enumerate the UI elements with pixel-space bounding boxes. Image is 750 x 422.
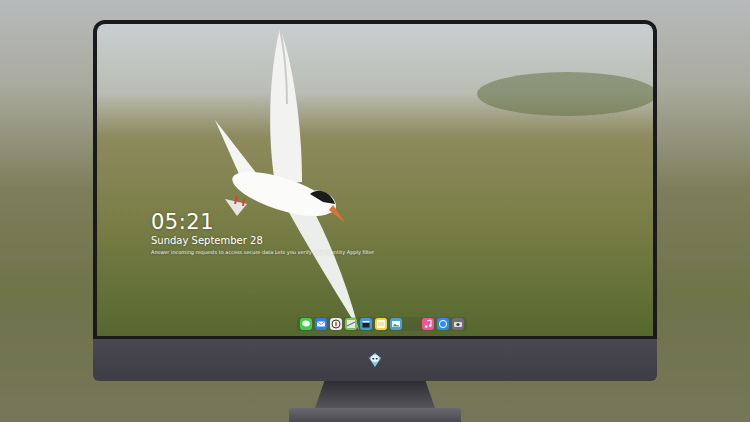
photos-icon[interactable] — [390, 318, 402, 330]
monitor-chin — [93, 339, 657, 381]
lock-info: 05:21 Sunday September 28 Answer incomin… — [97, 24, 653, 256]
messages-icon[interactable] — [300, 318, 312, 330]
monitor-base — [289, 408, 461, 422]
desktop-background: 05:21 Sunday September 28 Answer incomin… — [0, 0, 750, 422]
clapper-icon[interactable] — [360, 318, 372, 330]
clock-time: 05:21 — [151, 210, 653, 234]
bird-photo — [97, 24, 653, 336]
monitor-bezel: 05:21 Sunday September 28 Answer incomin… — [93, 20, 657, 339]
maps-icon[interactable] — [345, 318, 357, 330]
mail-icon[interactable] — [315, 318, 327, 330]
music-icon[interactable] — [422, 318, 434, 330]
lock-screen[interactable]: 05:21 Sunday September 28 Answer incomin… — [97, 24, 653, 336]
monitor-stand — [315, 381, 435, 409]
clock-date: Sunday September 28 — [151, 234, 653, 248]
safari-icon[interactable] — [330, 318, 342, 330]
alien-logo-icon — [367, 352, 383, 368]
appstore-icon[interactable] — [437, 318, 449, 330]
camera-icon[interactable] — [452, 318, 464, 330]
dock — [297, 317, 467, 331]
monitor: 05:21 Sunday September 28 Answer incomin… — [93, 0, 657, 422]
notes-icon[interactable] — [375, 318, 387, 330]
lock-notice: Answer incoming requests to access secur… — [151, 248, 653, 256]
